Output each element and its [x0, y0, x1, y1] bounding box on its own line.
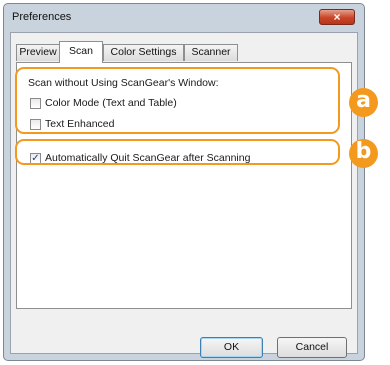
tab-scan[interactable]: Scan	[59, 41, 103, 63]
highlight-box-a	[15, 67, 340, 134]
title-bar[interactable]: Preferences ×	[4, 4, 364, 32]
close-button[interactable]: ×	[319, 9, 355, 25]
tab-label: Color Settings	[110, 46, 177, 58]
ok-label: OK	[223, 341, 240, 353]
tab-label: Scanner	[191, 46, 231, 58]
tab-label: Scan	[69, 45, 93, 57]
ok-button[interactable]: OK	[200, 337, 263, 358]
tab-preview[interactable]: Preview	[16, 44, 60, 61]
tab-label: Preview	[19, 46, 57, 58]
callout-a-badge: a	[349, 88, 378, 117]
tab-color-settings[interactable]: Color Settings	[103, 44, 184, 61]
cancel-label: Cancel	[295, 341, 329, 353]
preferences-dialog: Preferences × Preview Scan Color Setting…	[3, 3, 365, 361]
close-icon: ×	[333, 10, 341, 24]
highlight-box-b	[15, 139, 340, 165]
callout-b-badge: b	[349, 139, 378, 168]
tab-scanner[interactable]: Scanner	[184, 44, 238, 61]
cancel-button[interactable]: Cancel	[277, 337, 347, 358]
window-title: Preferences	[12, 11, 72, 23]
